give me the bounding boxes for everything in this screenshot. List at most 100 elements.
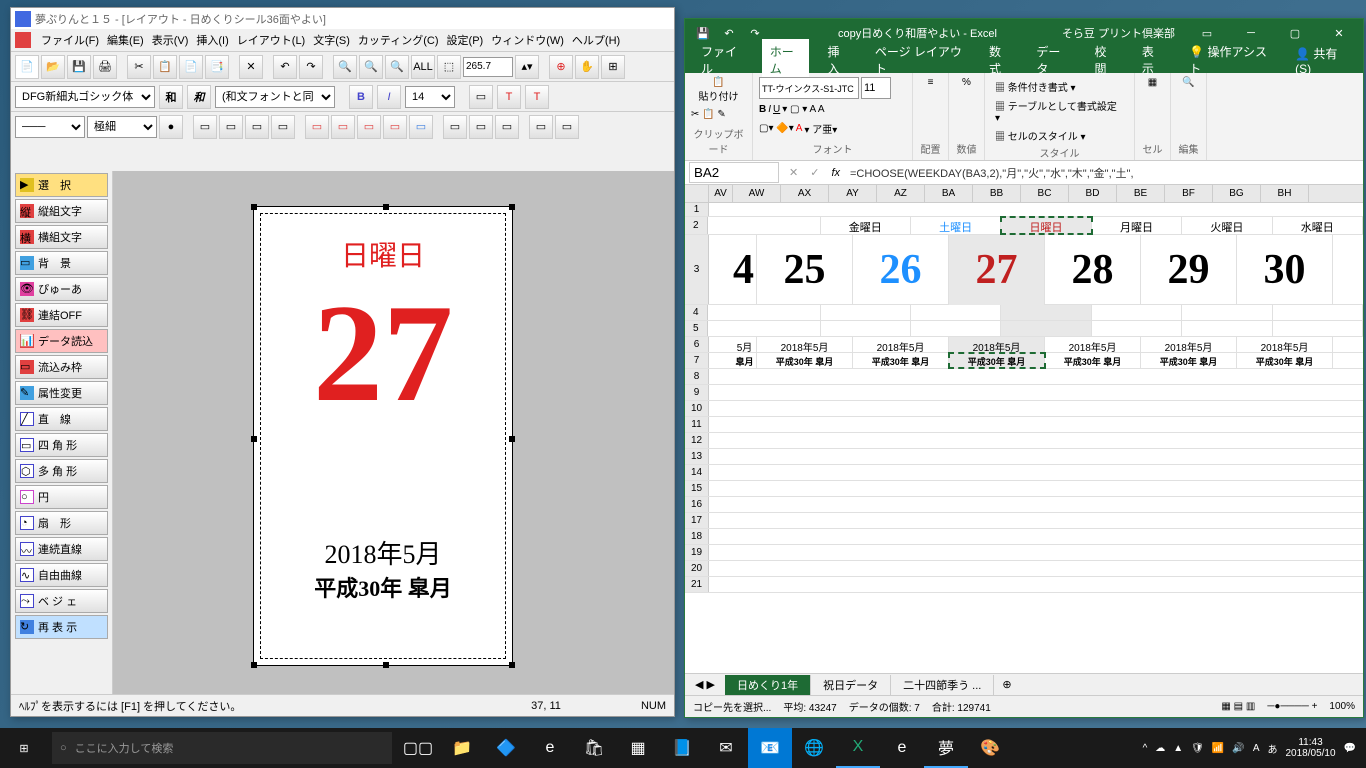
italic-icon[interactable]: I bbox=[377, 85, 401, 109]
app3-icon[interactable]: 📘 bbox=[660, 728, 704, 768]
bold-icon[interactable]: B bbox=[349, 85, 373, 109]
font-size-combo[interactable] bbox=[861, 77, 891, 99]
cell[interactable]: 土曜日 bbox=[911, 217, 1001, 234]
col-header[interactable]: BB bbox=[973, 185, 1021, 202]
zoom-input[interactable] bbox=[463, 57, 513, 77]
layer5-icon[interactable]: ▭ bbox=[409, 115, 433, 139]
cell[interactable] bbox=[1001, 305, 1091, 320]
app1-icon[interactable]: 🔷 bbox=[484, 728, 528, 768]
sheet-tab[interactable]: 祝日データ bbox=[811, 675, 891, 695]
grid-icon[interactable]: ⊞ bbox=[601, 55, 625, 79]
font-size-combo[interactable]: 14 bbox=[405, 86, 455, 108]
cell[interactable]: 4 bbox=[733, 235, 757, 305]
zoom-slider[interactable]: ─●──── + bbox=[1267, 701, 1317, 712]
menu-edit[interactable]: 編集(E) bbox=[107, 32, 144, 48]
tool-rect[interactable]: ▭四 角 形 bbox=[15, 433, 108, 457]
handle-icon[interactable] bbox=[251, 204, 257, 210]
redo-icon[interactable]: ↷ bbox=[299, 55, 323, 79]
handle-icon[interactable] bbox=[509, 204, 515, 210]
task-view-icon[interactable]: ▢▢ bbox=[396, 728, 440, 768]
align3-icon[interactable]: ▭ bbox=[245, 115, 269, 139]
row-header[interactable]: 15 bbox=[685, 481, 709, 496]
row-header[interactable]: 10 bbox=[685, 401, 709, 416]
cell[interactable]: 月曜日 bbox=[1092, 217, 1182, 234]
handle-icon[interactable] bbox=[509, 662, 515, 668]
cell[interactable]: 2018年5月 bbox=[1237, 337, 1333, 352]
origin-icon[interactable]: ⊕ bbox=[549, 55, 573, 79]
menu-file[interactable]: ファイル(F) bbox=[41, 32, 99, 48]
tool-attr[interactable]: ✎属性変更 bbox=[15, 381, 108, 405]
align2-icon[interactable]: ▭ bbox=[219, 115, 243, 139]
tray-icon[interactable]: 🛡 bbox=[1191, 743, 1204, 754]
undo-icon[interactable]: ↶ bbox=[273, 55, 297, 79]
tool-link-off[interactable]: ⛓連結OFF bbox=[15, 303, 108, 327]
tool-redraw[interactable]: ↻再 表 示 bbox=[15, 615, 108, 639]
ie-icon[interactable]: e bbox=[880, 728, 924, 768]
paste-icon[interactable]: 📄 bbox=[179, 55, 203, 79]
new-icon[interactable]: 📄 bbox=[15, 55, 39, 79]
shape2-icon[interactable]: ▭ bbox=[555, 115, 579, 139]
handle-icon[interactable] bbox=[509, 436, 515, 442]
kanji1-icon[interactable]: 和 bbox=[159, 85, 183, 109]
mail-icon[interactable]: ✉ bbox=[704, 728, 748, 768]
outlook-icon[interactable]: 📧 bbox=[748, 728, 792, 768]
fit-sel-icon[interactable]: ⬚ bbox=[437, 55, 461, 79]
cell[interactable] bbox=[1092, 321, 1182, 336]
col-header[interactable]: BG bbox=[1213, 185, 1261, 202]
cell-style-button[interactable]: ▦ セルのスタイル ▾ bbox=[991, 126, 1128, 145]
cell[interactable]: 30 bbox=[1237, 235, 1333, 305]
worksheet-grid[interactable]: AV AW AX AY AZ BA BB BC BD BE BF BG BH 1… bbox=[685, 185, 1363, 673]
handle-icon[interactable] bbox=[251, 662, 257, 668]
tool-circle[interactable]: ○円 bbox=[15, 485, 108, 509]
sheet-tab[interactable]: 日めくり1年 bbox=[725, 675, 811, 695]
menu-help[interactable]: ヘルプ(H) bbox=[572, 32, 620, 48]
store-icon[interactable]: 🛍 bbox=[572, 728, 616, 768]
tool-polygon[interactable]: ⬡多 角 形 bbox=[15, 459, 108, 483]
cell[interactable] bbox=[911, 305, 1001, 320]
cell[interactable]: 火曜日 bbox=[1182, 217, 1272, 234]
add-sheet-icon[interactable]: ⊕ bbox=[994, 678, 1019, 691]
menu-cutting[interactable]: カッティング(C) bbox=[358, 32, 439, 48]
row-header[interactable]: 1 bbox=[685, 203, 709, 216]
col-header[interactable]: BA bbox=[925, 185, 973, 202]
cell[interactable]: 5月 bbox=[733, 337, 757, 352]
chrome-icon[interactable]: 🌐 bbox=[792, 728, 836, 768]
text-tool3-icon[interactable]: T bbox=[525, 85, 549, 109]
name-box[interactable] bbox=[689, 162, 779, 183]
cut-icon[interactable]: ✂ bbox=[127, 55, 151, 79]
tool-data-read[interactable]: 📊データ読込 bbox=[15, 329, 108, 353]
cell[interactable]: 日曜日 bbox=[1001, 217, 1091, 234]
font-combo[interactable]: DFG新細丸ゴシック体 bbox=[15, 86, 155, 108]
volume-icon[interactable]: 🔊 bbox=[1232, 743, 1244, 754]
menu-window[interactable]: ウィンドウ(W) bbox=[491, 32, 564, 48]
cell[interactable]: 平成30年 皐月 bbox=[1045, 353, 1141, 368]
col-header[interactable]: AY bbox=[829, 185, 877, 202]
tool-bg[interactable]: ▭背 景 bbox=[15, 251, 108, 275]
cell[interactable]: 29 bbox=[1141, 235, 1237, 305]
cell[interactable]: 2018年5月 bbox=[949, 337, 1045, 352]
cell[interactable]: 平成30年 皐月 bbox=[757, 353, 853, 368]
ime-icon[interactable]: A bbox=[1253, 743, 1260, 754]
zoom-in-icon[interactable]: 🔍 bbox=[333, 55, 357, 79]
app2-icon[interactable]: ▦ bbox=[616, 728, 660, 768]
tool-vtext[interactable]: 縦縦組文字 bbox=[15, 199, 108, 223]
clock[interactable]: 11:43 2018/05/10 bbox=[1285, 737, 1335, 759]
row-header[interactable]: 5 bbox=[685, 321, 708, 336]
cell[interactable]: 2018年5月 bbox=[853, 337, 949, 352]
row-header[interactable]: 2 bbox=[685, 217, 708, 234]
cell[interactable]: 平成30年 皐月 bbox=[853, 353, 949, 368]
copy-icon[interactable]: 📋 bbox=[153, 55, 177, 79]
color-icon[interactable]: ● bbox=[159, 115, 183, 139]
formula-input[interactable]: =CHOOSE(WEEKDAY(BA3,2),"月","火","水","木","… bbox=[846, 165, 1363, 181]
cell[interactable]: 27 bbox=[949, 235, 1045, 305]
excel-icon[interactable]: X bbox=[836, 728, 880, 768]
notifications-icon[interactable]: 💬 bbox=[1344, 743, 1356, 754]
row-header[interactable]: 19 bbox=[685, 545, 709, 560]
delete-icon[interactable]: ✕ bbox=[239, 55, 263, 79]
row-header[interactable]: 17 bbox=[685, 513, 709, 528]
tool-flow-frame[interactable]: ▭流込み枠 bbox=[15, 355, 108, 379]
cell[interactable] bbox=[1273, 321, 1363, 336]
layer2-icon[interactable]: ▭ bbox=[331, 115, 355, 139]
row-header[interactable]: 7 bbox=[685, 353, 709, 368]
handle-icon[interactable] bbox=[383, 662, 389, 668]
